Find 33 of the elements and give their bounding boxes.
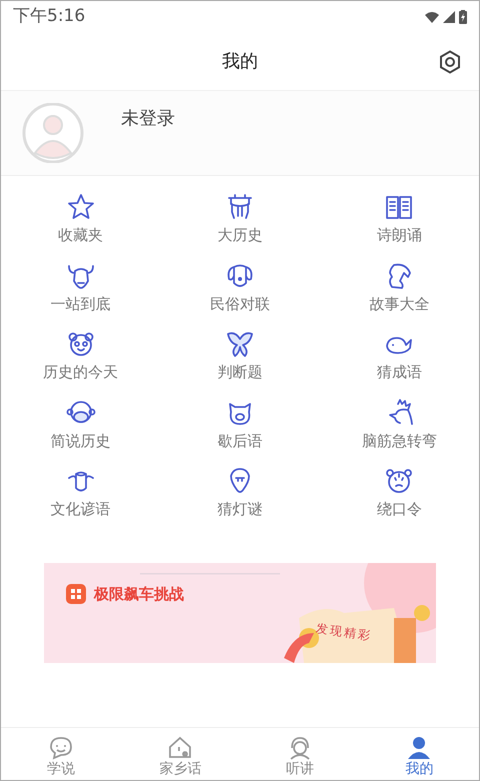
menu-item[interactable]: 简说历史	[1, 398, 160, 452]
menu-item[interactable]: 大历史	[160, 192, 320, 246]
nav-tab[interactable]: 学说	[1, 728, 120, 780]
login-status[interactable]: 未登录	[121, 104, 175, 132]
menu-item[interactable]: 历史的今天	[1, 329, 160, 384]
star-icon	[66, 192, 96, 222]
nav-tab[interactable]: 家乡话	[120, 728, 240, 780]
banner-title: 极限飙车挑战	[94, 584, 184, 604]
wifi-icon	[425, 11, 439, 23]
page-title: 我的	[222, 50, 258, 74]
signal-icon	[443, 11, 455, 23]
status-time: 下午5:16	[13, 5, 86, 28]
house-icon	[167, 735, 194, 761]
menu-item[interactable]: 诗朗诵	[320, 192, 479, 246]
menu-item[interactable]: 文化谚语	[1, 466, 160, 520]
menu-item[interactable]: 收藏夹	[1, 192, 160, 246]
menu-item[interactable]: 民俗对联	[160, 260, 320, 315]
nav-tab[interactable]: 我的	[360, 728, 479, 780]
menu-item[interactable]: 歇后语	[160, 398, 320, 452]
nav-tab[interactable]: 听讲	[240, 728, 360, 780]
menu-item[interactable]: 猜灯谜	[160, 466, 320, 520]
menu-item[interactable]: 故事大全	[320, 260, 479, 315]
menu-item[interactable]: 猜成语	[320, 329, 479, 384]
app-logo-icon	[66, 584, 86, 604]
menu-item[interactable]: 绕口令	[320, 466, 479, 520]
chat-bubble-icon	[48, 735, 74, 761]
menu-item[interactable]: 判断题	[160, 329, 320, 384]
person-icon	[406, 735, 432, 761]
menu-item[interactable]: 脑筋急转弯	[320, 398, 479, 452]
battery-icon	[459, 10, 467, 24]
menu-item[interactable]: 一站到底	[1, 260, 160, 315]
settings-icon[interactable]	[439, 50, 461, 74]
tiger-face-icon	[384, 466, 414, 496]
